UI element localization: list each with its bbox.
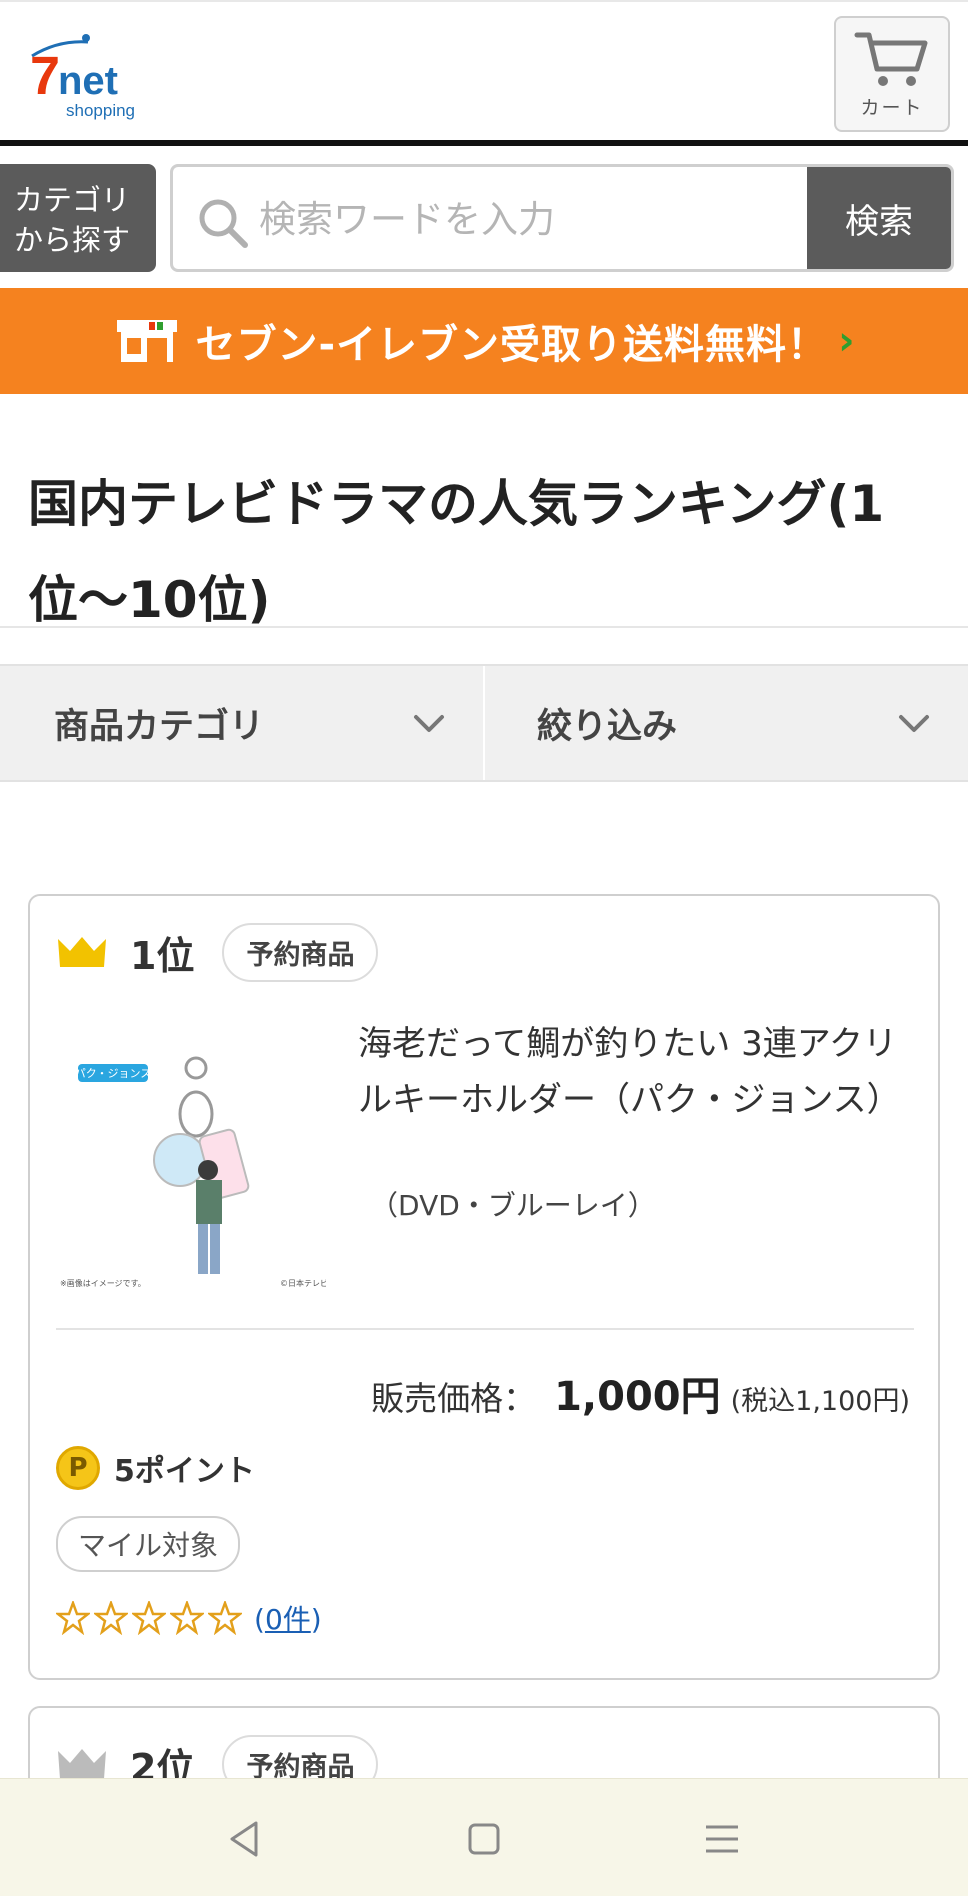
points-text: 5ポイント [114, 1454, 255, 1489]
search-row: カテゴリ から探す 検索 [0, 164, 968, 274]
mile-badge: マイル対象 [56, 1516, 241, 1572]
svg-text:shopping: shopping [66, 101, 135, 120]
page-title: 国内テレビドラマの人気ランキング(1位〜10位) [28, 475, 885, 629]
chevron-down-icon [899, 715, 929, 732]
product-category-filter[interactable]: 商品カテゴリ [0, 666, 483, 780]
star-empty-icon [94, 1601, 128, 1635]
review-count: 0件 [264, 1603, 311, 1636]
product-image[interactable]: パク・ジョンス ※画像はイメージです。 ©日本テレビ [56, 1014, 326, 1294]
rating-row: (0件) [56, 1598, 322, 1638]
star-empty-icon [56, 1601, 90, 1635]
product-category: （DVD・ブルーレイ） [370, 1189, 656, 1222]
filter-row: 商品カテゴリ 絞り込み [0, 664, 968, 782]
cart-label: カート [860, 96, 924, 119]
crown-icon [58, 937, 106, 967]
filter-label: 商品カテゴリ [54, 706, 265, 747]
price-value: 1,000円 [554, 1374, 721, 1420]
search-button[interactable]: 検索 [807, 167, 951, 269]
home-icon[interactable] [462, 1817, 506, 1861]
svg-text:7: 7 [30, 46, 60, 106]
search-input[interactable] [259, 189, 779, 249]
preorder-badge: 予約商品 [222, 922, 379, 982]
star-empty-icon [208, 1601, 242, 1635]
price-label: 販売価格： [371, 1379, 537, 1418]
review-count-link[interactable]: (0件) [254, 1598, 322, 1638]
price-tax: (税込1,100円) [730, 1386, 910, 1417]
image-note-left: ※画像はイメージです。 [60, 1278, 146, 1288]
search-box: 検索 [170, 164, 954, 272]
category-search-button[interactable]: カテゴリ から探す [0, 164, 156, 272]
chevron-down-icon [414, 715, 444, 732]
card-divider [56, 1328, 914, 1330]
category-button-line2: から探す [14, 223, 131, 257]
point-icon: P [56, 1446, 100, 1490]
banner-text: セブン-イレブン受取り送料無料！ [195, 322, 829, 368]
image-tag-text: パク・ジョンス [75, 1067, 152, 1080]
image-note-right: ©日本テレビ [280, 1278, 326, 1288]
svg-text:net: net [58, 59, 118, 103]
system-nav-bar [0, 1778, 968, 1896]
cart-icon [854, 32, 928, 86]
crown-icon [58, 1749, 106, 1779]
search-icon [199, 199, 248, 248]
product-name-link[interactable]: 海老だって鯛が釣りたい 3連アクリルキーホルダー（パク・ジョンス） [358, 1016, 918, 1128]
free-shipping-banner[interactable]: セブン-イレブン受取り送料無料！ › [0, 288, 968, 394]
points-row: P 5ポイント [56, 1446, 255, 1490]
7net-shopping-logo[interactable]: 7 net shopping [28, 32, 158, 124]
rank-row: 1位 予約商品 [56, 922, 379, 982]
filter-label: 絞り込み [537, 706, 678, 747]
rank-label: 1位 [130, 933, 195, 978]
back-icon[interactable] [222, 1817, 266, 1861]
site-header: 7 net shopping カート [0, 0, 968, 146]
store-icon [117, 320, 178, 362]
menu-icon[interactable] [700, 1817, 744, 1861]
ranking-item[interactable]: 1位 予約商品 パク・ジョンス ※画像はイメージです。 ©日本テレビ 海老だって… [28, 894, 940, 1680]
star-empty-icon [132, 1601, 166, 1635]
narrow-down-filter[interactable]: 絞り込み [485, 666, 968, 780]
category-button-line1: カテゴリ [14, 183, 131, 217]
star-empty-icon [170, 1601, 204, 1635]
chevron-right-icon: › [838, 318, 855, 364]
price-row: 販売価格： 1,000円 (税込1,100円) [371, 1364, 910, 1422]
cart-button[interactable]: カート [834, 16, 950, 132]
divider [0, 626, 968, 628]
